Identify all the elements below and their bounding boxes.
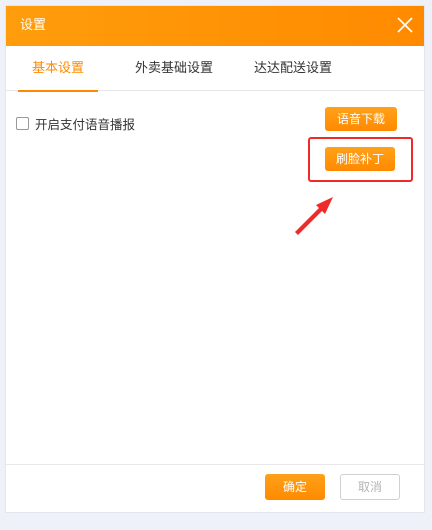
arrow-pointer-icon	[295, 197, 333, 235]
voice-broadcast-option[interactable]: 开启支付语音播报	[16, 114, 135, 132]
confirm-button[interactable]: 确定	[265, 474, 325, 500]
voice-broadcast-label: 开启支付语音播报	[35, 116, 136, 132]
voice-broadcast-checkbox[interactable]	[16, 116, 29, 130]
tab-takeout-settings[interactable]: 外卖基础设置	[122, 46, 226, 91]
cancel-button[interactable]: 取消	[340, 474, 400, 500]
tab-dada-delivery-settings[interactable]: 达达配送设置	[241, 46, 345, 91]
close-button[interactable]	[394, 14, 416, 36]
close-icon	[397, 17, 413, 33]
dialog-titlebar: 设置	[6, 6, 424, 46]
settings-dialog: 设置 基本设置 外卖基础设置 达达配送设置 开启支付语音播报 语音下载 刷脸补丁…	[5, 5, 425, 513]
voice-download-button[interactable]: 语音下载	[325, 107, 397, 131]
highlight-annotation-box	[308, 137, 413, 182]
tab-basic-settings[interactable]: 基本设置	[18, 46, 98, 92]
settings-tabs: 基本设置 外卖基础设置 达达配送设置	[6, 46, 424, 92]
dialog-title: 设置	[20, 18, 47, 33]
dialog-footer: 确定 取消	[6, 464, 424, 512]
